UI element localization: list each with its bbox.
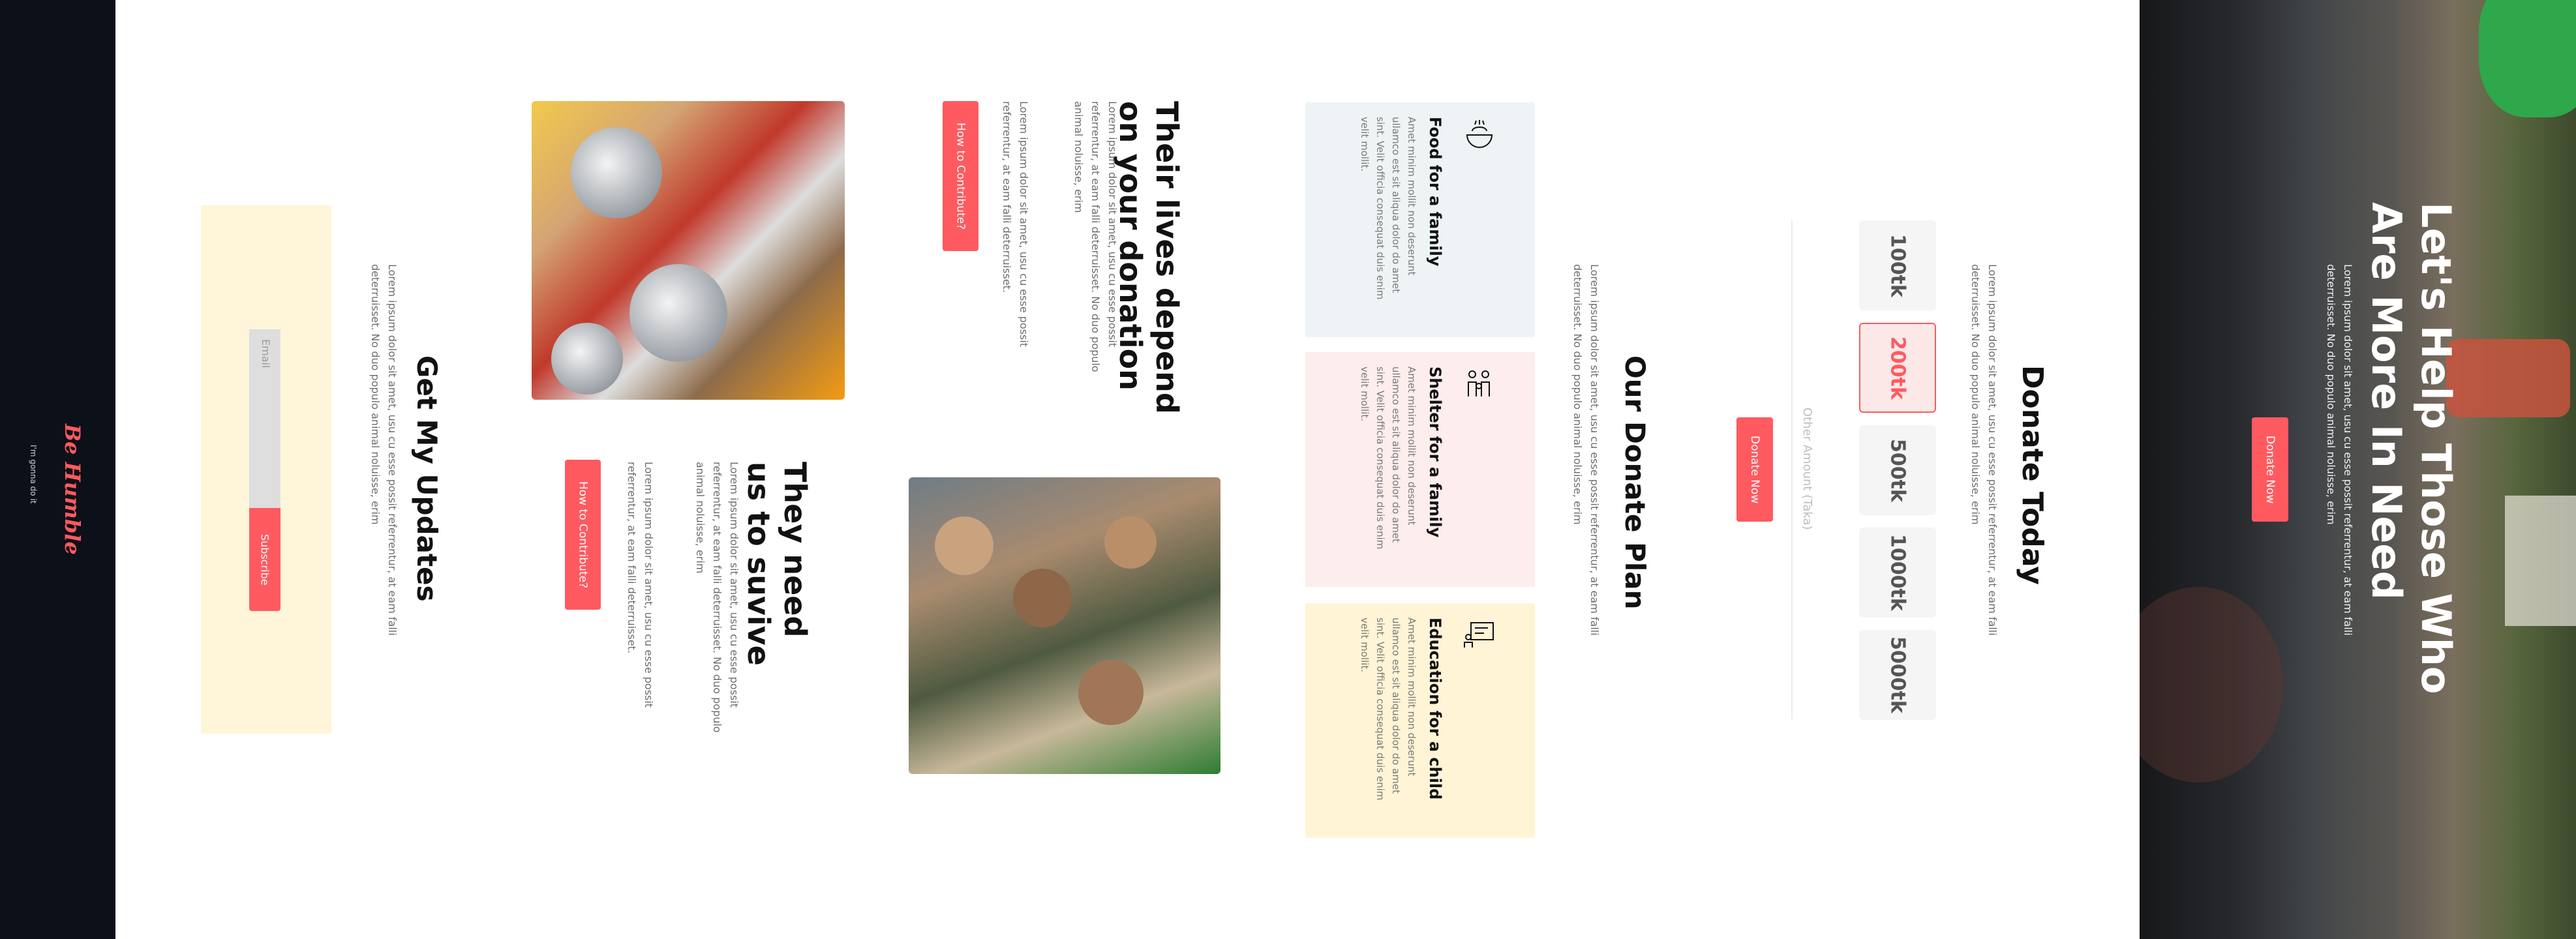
amount-label: 200tk [1886, 336, 1909, 400]
amount-option[interactable]: 5000tk [1859, 630, 1936, 720]
how-to-contribute-button[interactable]: How to Contribute? [943, 101, 978, 251]
contribute-label: How to Contribute? [576, 481, 590, 589]
photo-food-distribution [532, 101, 845, 400]
family-shelter-icon [1468, 370, 1490, 396]
survive-paragraph-2: Lorem ipsum dolor sit amet, usu cu esse … [626, 462, 655, 708]
donate-now-label: Donate Now [1748, 435, 1761, 504]
donate-today-description: Lorem ipsum dolor sit amet, usu cu esse … [1969, 264, 1999, 636]
contribute-label: How to Contribute? [954, 122, 967, 230]
donate-now-label: Donate Now [2264, 435, 2277, 504]
card-title: Food for a family [1426, 117, 1444, 267]
donate-plan-title: Our Donate Plan [1619, 355, 1651, 610]
lives-paragraph-1: Lorem ipsum dolor sit amet, usu cu esse … [1072, 101, 1119, 372]
brand-logo[interactable]: Be Humble [60, 424, 85, 555]
amount-label: 500tk [1886, 438, 1909, 502]
hero-title: Let's Help Those Who Are More In Need [2363, 202, 2460, 694]
lives-title: Their lives depend on your donation [1113, 101, 1185, 414]
plan-card-shelter[interactable]: Shelter for a family Amet minim mollit n… [1305, 352, 1535, 587]
education-board-icon [1464, 622, 1494, 648]
plan-card-education[interactable]: Education for a child Amet minim mollit … [1305, 603, 1535, 838]
photo-crowd [909, 477, 1220, 774]
amount-input-underline [1791, 220, 1793, 719]
hero-donate-now-button[interactable]: Donate Now [2252, 417, 2288, 522]
lives-paragraph-2: Lorem ipsum dolor sit amet, usu cu esse … [1001, 101, 1030, 348]
hero-description: Lorem ipsum dolor sit amet, usu cu esse … [2325, 264, 2354, 636]
subscribe-label: Subscribe [258, 533, 271, 586]
hero-banner [2140, 0, 2576, 939]
card-title: Education for a child [1426, 618, 1444, 800]
how-to-contribute-button[interactable]: How to Contribute? [565, 460, 601, 610]
email-placeholder: Email [260, 339, 272, 368]
survive-title: They need us to suvive [741, 462, 813, 666]
plan-card-food[interactable]: Food for a family Amet minim mollit non … [1305, 102, 1535, 337]
card-text: Amet minim mollit non deserunt ullamco e… [1359, 618, 1417, 801]
card-text: Amet minim mollit non deserunt ullamco e… [1359, 366, 1417, 550]
card-text: Amet minim mollit non deserunt ullamco e… [1359, 117, 1417, 300]
amount-option[interactable]: 100tk [1859, 220, 1936, 310]
updates-description: Lorem ipsum dolor sit amet, usu cu esse … [369, 264, 399, 636]
donate-today-title: Donate Today [2016, 365, 2049, 585]
updates-title: Get My Updates [411, 355, 443, 602]
amount-label: 100tk [1886, 233, 1909, 297]
donate-now-button[interactable]: Donate Now [1736, 417, 1773, 522]
survive-paragraph-1: Lorem ipsum dolor sit amet, usu cu esse … [694, 462, 740, 733]
amount-label: 1000tk [1886, 534, 1909, 611]
amount-option[interactable]: 500tk [1859, 425, 1936, 515]
amount-option-selected[interactable]: 200tk [1859, 323, 1936, 413]
footer [0, 0, 115, 939]
donate-plan-description: Lorem ipsum dolor sit amet, usu cu esse … [1571, 264, 1601, 636]
subscribe-button[interactable]: Subscribe [249, 508, 280, 611]
amount-label: 5000tk [1886, 636, 1909, 713]
food-bowl-icon [1466, 120, 1493, 148]
brand-tagline: I'm gonna do it [29, 445, 38, 504]
card-title: Shelter for a family [1426, 366, 1444, 538]
other-amount-input[interactable]: Other Amount (Taka) [1800, 408, 1814, 530]
amount-option[interactable]: 1000tk [1859, 528, 1936, 618]
